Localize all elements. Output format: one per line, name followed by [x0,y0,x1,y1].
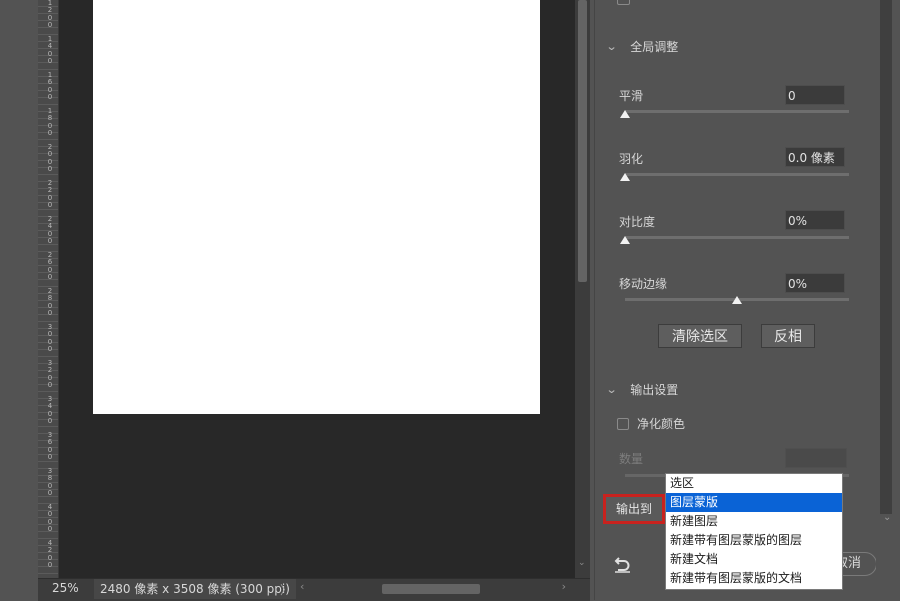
dropdown-option-new-document[interactable]: 新建文档 [666,550,842,569]
ruler-digit: 0 [47,129,53,138]
dropdown-option-selection[interactable]: 选区 [666,474,842,493]
dropdown-option-new-layer[interactable]: 新建图层 [666,512,842,531]
scroll-down-arrow-icon[interactable]: ⌄ [578,558,586,568]
ruler-digit: 0 [47,345,53,354]
panel-scroll-track[interactable] [880,0,892,514]
zoom-level[interactable]: 25% [52,581,79,595]
canvas-vertical-scroll-thumb[interactable] [578,0,587,282]
shift-edge-label: 移动边缘 [619,277,668,291]
ruler-digit: 0 [47,453,53,462]
dropdown-option-layer-mask[interactable]: 图层蒙版 [666,493,842,512]
global-adjust-title: 全局调整 [630,40,679,54]
amount-label: 数量 [619,452,644,466]
ruler-digit: 0 [47,57,53,66]
canvas-horizontal-scrollbar[interactable]: ‹ › [300,580,582,595]
decontaminate-colors-label: 净化颜色 [637,417,686,431]
ruler-digit: 0 [47,309,53,318]
ruler-digit: 0 [47,21,53,30]
contrast-slider-thumb[interactable] [620,236,630,244]
output-settings-title: 输出设置 [630,383,679,397]
contrast-slider-track[interactable] [625,236,849,239]
amount-input [785,448,847,468]
document-info[interactable]: 2480 像素 x 3508 像素 (300 ppi) [94,579,296,599]
left-toolbar-area [0,0,38,578]
doc-info-menu-arrow-icon[interactable]: 〉 [280,581,292,598]
scroll-right-arrow-icon[interactable]: › [562,580,566,593]
ruler-digit: 0 [47,273,53,282]
canvas-horizontal-scroll-thumb[interactable] [382,584,480,594]
smooth-slider-thumb[interactable] [620,110,630,118]
output-to-label[interactable]: 输出到 [603,494,665,524]
ruler-digit: 0 [47,417,53,426]
vertical-ruler[interactable]: 1200140016001800200022002400260028003000… [38,0,59,578]
smooth-input[interactable]: 0 [785,85,845,105]
smooth-label: 平滑 [619,89,644,103]
dropdown-option-new-layer-with-mask[interactable]: 新建带有图层蒙版的图层 [666,531,842,550]
ruler-digit: 0 [47,381,53,390]
status-bar: 25% 2480 像素 x 3508 像素 (300 ppi) 〉 ‹ › [38,578,590,601]
scroll-left-arrow-icon[interactable]: ‹ [300,580,304,593]
canvas-vertical-scrollbar[interactable]: ⌄ [575,0,590,578]
ruler-digit: 0 [47,165,53,174]
clear-selection-button[interactable]: 清除选区 [658,324,742,348]
feather-slider-thumb[interactable] [620,173,630,181]
output-settings-section-header[interactable]: ⌄ 输出设置 [606,381,679,398]
contrast-input[interactable]: 0% [785,210,845,230]
reset-icon[interactable] [613,554,633,574]
shift-edge-input[interactable]: 0% [785,273,845,293]
contrast-label: 对比度 [619,215,656,229]
ruler-digit: 0 [47,489,53,498]
invert-button[interactable]: 反相 [761,324,815,348]
smooth-slider-track[interactable] [625,110,849,113]
panel-scroll-down-arrow-icon[interactable]: ⌄ [883,512,891,523]
feather-input[interactable]: 0.0 像素 [785,147,845,167]
decontaminate-colors-checkbox[interactable] [617,418,629,430]
canvas-area[interactable] [59,0,575,578]
ruler-digit: 0 [47,237,53,246]
ruler-digit: 0 [47,201,53,210]
feather-label: 羽化 [619,152,644,166]
output-to-dropdown-list[interactable]: 选区 图层蒙版 新建图层 新建带有图层蒙版的图层 新建文档 新建带有图层蒙版的文… [665,473,843,590]
partially-hidden-checkbox[interactable] [617,0,630,5]
panel-vertical-scrollbar[interactable]: ⌄ [876,0,900,600]
dropdown-option-new-document-with-mask[interactable]: 新建带有图层蒙版的文档 [666,569,842,588]
chevron-down-icon[interactable]: ⌄ [606,40,618,53]
feather-slider-track[interactable] [625,173,849,176]
ruler-digit: 0 [47,561,53,570]
shift-edge-slider-thumb[interactable] [732,296,742,304]
ruler-digit: 0 [47,525,53,534]
global-adjust-section-header[interactable]: ⌄ 全局调整 [606,38,679,55]
chevron-down-icon[interactable]: ⌄ [606,383,618,396]
ruler-digit: 0 [47,93,53,102]
document-page[interactable] [93,0,540,414]
